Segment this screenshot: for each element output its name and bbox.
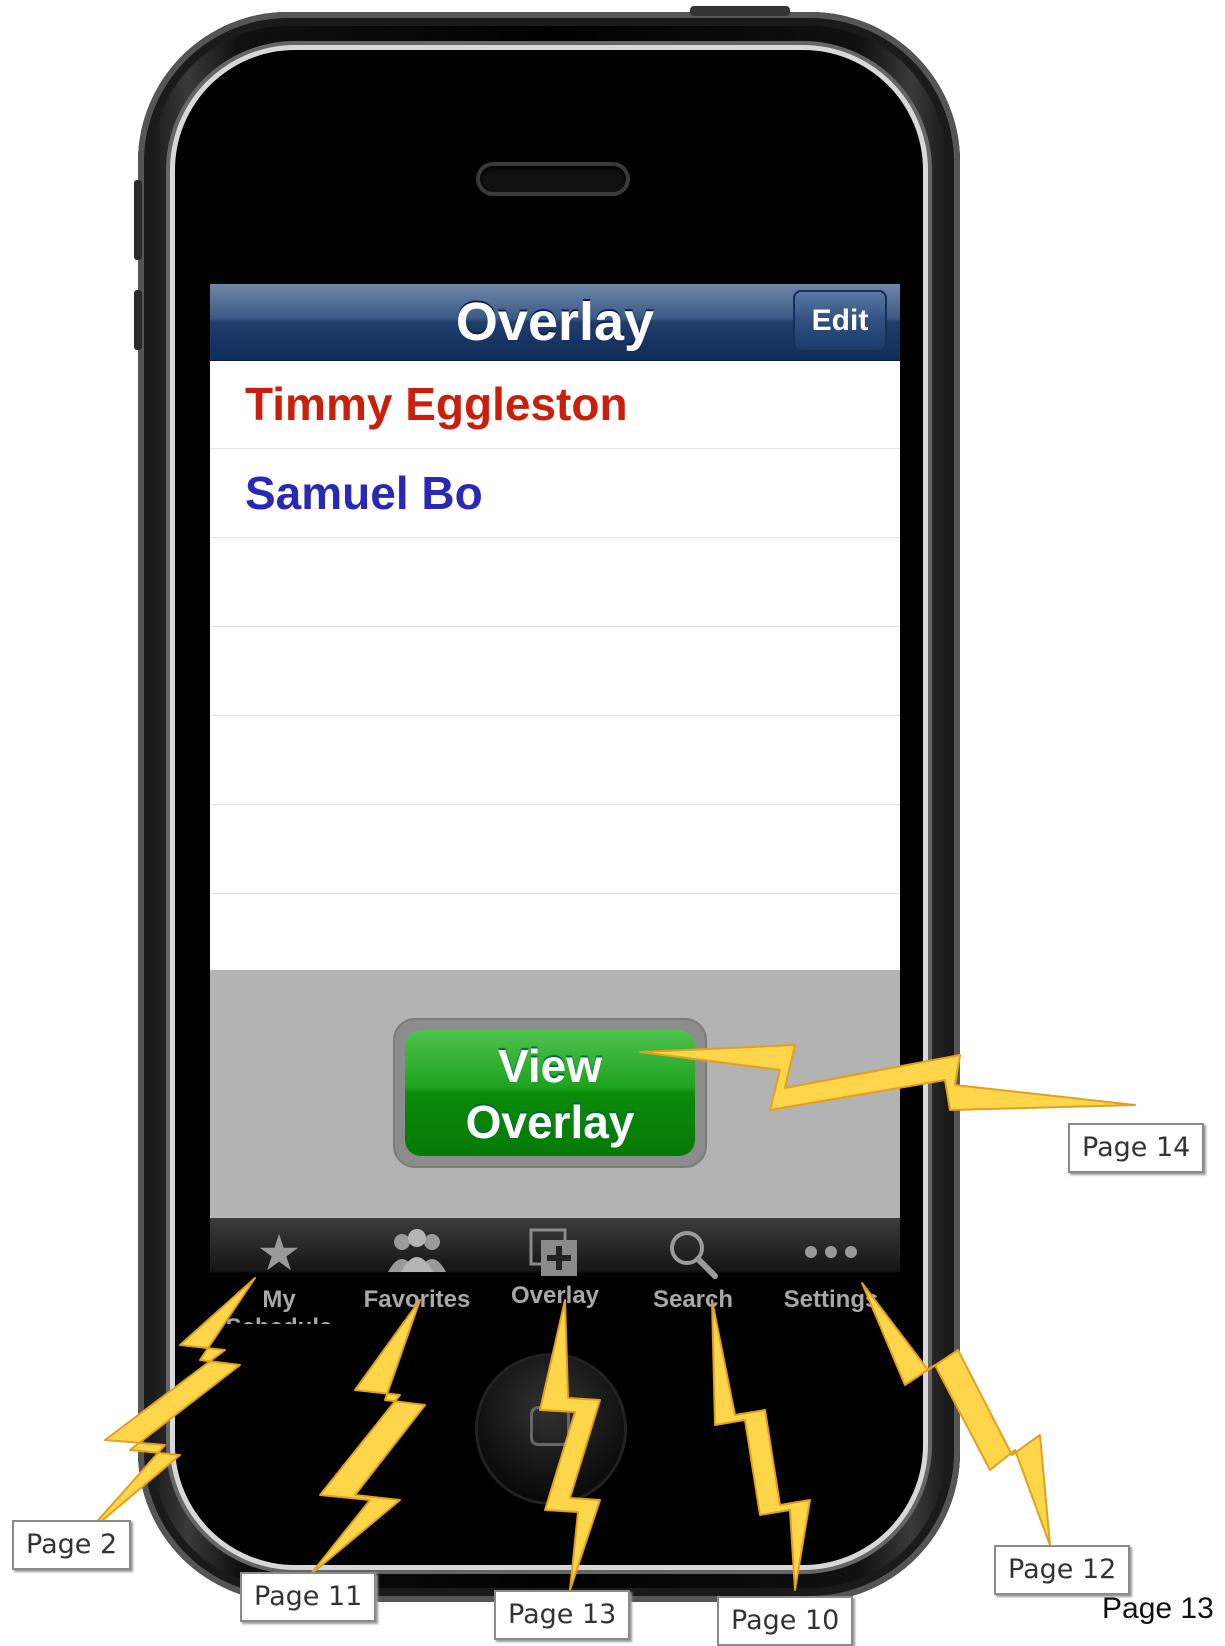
page-label-view-overlay: Page 14 (1068, 1123, 1205, 1173)
bolt-view-overlay (639, 1044, 1136, 1111)
bolt-settings (861, 1282, 1051, 1546)
bolt-my-schedule (84, 1277, 256, 1536)
page-label-search: Page 10 (717, 1596, 854, 1646)
page-number: Page 13 (1102, 1592, 1214, 1625)
bolt-favorites (309, 1299, 426, 1576)
page-label-settings: Page 12 (994, 1545, 1131, 1595)
page-label-favorites: Page 11 (240, 1572, 377, 1622)
page-label-my-schedule: Page 2 (12, 1520, 132, 1570)
annotation-bolts (84, 1044, 1136, 1591)
page-label-overlay: Page 13 (494, 1590, 631, 1640)
bolt-overlay (539, 1299, 601, 1591)
bolt-search (711, 1299, 811, 1591)
